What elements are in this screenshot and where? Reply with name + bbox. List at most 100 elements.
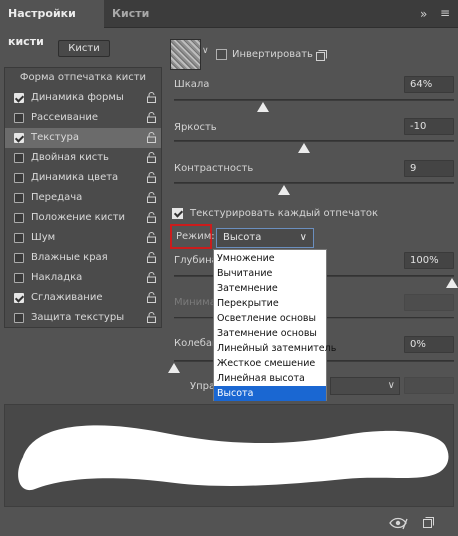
- brush-option-checkbox[interactable]: [14, 133, 24, 143]
- brush-option-label: Двойная кисть: [31, 152, 109, 163]
- mode-option[interactable]: Затемнение основы: [214, 326, 326, 341]
- brightness-slider-track[interactable]: [174, 140, 454, 142]
- lock-icon[interactable]: [147, 272, 156, 283]
- invert-checkbox[interactable]: [216, 49, 227, 60]
- brush-option-checkbox[interactable]: [14, 293, 24, 303]
- brush-option-item[interactable]: Двойная кисть: [5, 148, 161, 168]
- brush-option-checkbox[interactable]: [14, 93, 24, 103]
- brightness-slider-knob[interactable]: [298, 143, 310, 153]
- mode-option[interactable]: Линейный затемнитель: [214, 341, 336, 356]
- brush-option-checkbox[interactable]: [14, 193, 24, 203]
- toggle-live-tip-preview-icon[interactable]: [388, 516, 408, 530]
- chevron-down-icon: ∨: [299, 232, 307, 243]
- brush-tip-shape-item[interactable]: Форма отпечатка кисти: [5, 68, 161, 88]
- tab-brushes[interactable]: Кисти: [104, 0, 157, 28]
- mode-option[interactable]: Линейная высота: [214, 371, 326, 386]
- lock-icon[interactable]: [147, 132, 156, 143]
- scale-field[interactable]: 64%: [404, 76, 454, 93]
- brush-option-checkbox[interactable]: [14, 313, 24, 323]
- brush-option-checkbox[interactable]: [14, 113, 24, 123]
- new-preset-icon[interactable]: [315, 49, 327, 62]
- brush-option-label: Сглаживание: [31, 292, 103, 303]
- brush-option-checkbox[interactable]: [14, 273, 24, 283]
- contrast-label: Контрастность: [174, 163, 254, 174]
- mode-select-value: Высота: [223, 232, 262, 243]
- mode-option[interactable]: Высота: [214, 386, 326, 401]
- mode-option[interactable]: Умножение: [214, 251, 326, 266]
- lock-icon[interactable]: [147, 212, 156, 223]
- tab-brush-settings[interactable]: Настройки кисти: [0, 0, 104, 48]
- create-new-brush-icon[interactable]: [422, 516, 434, 529]
- brush-option-checkbox[interactable]: [14, 173, 24, 183]
- invert-label: Инвертировать: [232, 49, 313, 60]
- brush-option-checkbox[interactable]: [14, 213, 24, 223]
- lock-icon[interactable]: [147, 92, 156, 103]
- panel-tab-bar: Настройки кисти Кисти » ≡: [0, 0, 458, 48]
- texture-pattern-thumbnail[interactable]: [170, 39, 201, 70]
- brush-option-label: Передача: [31, 192, 83, 203]
- depth-field[interactable]: 100%: [404, 252, 454, 269]
- control-select[interactable]: ∨: [330, 377, 400, 395]
- contrast-field[interactable]: 9: [404, 160, 454, 177]
- brush-option-label: Рассеивание: [31, 112, 99, 123]
- depth-slider-knob[interactable]: [446, 278, 458, 288]
- texture-each-tip-checkbox[interactable]: [172, 208, 183, 219]
- contrast-slider-knob[interactable]: [278, 185, 290, 195]
- brush-option-item[interactable]: Защита текстуры: [5, 308, 161, 328]
- brush-option-item[interactable]: Шум: [5, 228, 161, 248]
- brush-stroke-preview: [4, 404, 454, 507]
- brush-option-label: Накладка: [31, 272, 83, 283]
- scale-label: Шкала: [174, 79, 210, 90]
- mode-select[interactable]: Высота ∨: [216, 228, 314, 248]
- brush-option-item[interactable]: Влажные края: [5, 248, 161, 268]
- brush-option-label: Динамика формы: [31, 92, 124, 103]
- control-field: [404, 377, 454, 394]
- scale-slider-knob[interactable]: [257, 102, 269, 112]
- brush-option-item[interactable]: Передача: [5, 188, 161, 208]
- depth-label: Глубина: [174, 255, 218, 266]
- brush-option-checkbox[interactable]: [14, 253, 24, 263]
- lock-icon[interactable]: [147, 252, 156, 263]
- brush-option-item[interactable]: Текстура: [5, 128, 161, 148]
- lock-icon[interactable]: [147, 172, 156, 183]
- brush-option-checkbox[interactable]: [14, 233, 24, 243]
- depth-jitter-slider-knob[interactable]: [168, 363, 180, 373]
- brush-option-item[interactable]: Накладка: [5, 268, 161, 288]
- collapse-panel-icon[interactable]: »: [420, 7, 427, 21]
- chevron-down-icon: ∨: [387, 380, 395, 391]
- brush-option-item[interactable]: Динамика формы: [5, 88, 161, 108]
- mode-dropdown-list: Умножение Вычитание Затемнение Перекрытие Ос…: [213, 249, 336, 401]
- lock-icon[interactable]: [147, 232, 156, 243]
- panel-menu-icon[interactable]: ≡: [440, 6, 450, 20]
- lock-icon[interactable]: [147, 292, 156, 303]
- brightness-label: Яркость: [174, 122, 217, 133]
- mode-label: Режим:: [176, 231, 215, 242]
- mode-option[interactable]: Осветление основы: [214, 311, 326, 326]
- minimum-depth-field: [404, 294, 454, 311]
- brightness-field[interactable]: -10: [404, 118, 454, 135]
- scale-slider-track[interactable]: [174, 99, 454, 101]
- brush-option-label: Защита текстуры: [31, 312, 125, 323]
- brush-option-label: Положение кисти: [31, 212, 126, 223]
- lock-icon[interactable]: [147, 192, 156, 203]
- mode-option[interactable]: Затемнение: [214, 281, 326, 296]
- brush-option-label: Динамика цвета: [31, 172, 119, 183]
- brush-option-label: Влажные края: [31, 252, 108, 263]
- brush-option-item[interactable]: Рассеивание: [5, 108, 161, 128]
- contrast-slider-track[interactable]: [174, 182, 454, 184]
- lock-icon[interactable]: [147, 112, 156, 123]
- lock-icon[interactable]: [147, 152, 156, 163]
- brush-option-item[interactable]: Положение кисти: [5, 208, 161, 228]
- brush-option-label: Шум: [31, 232, 56, 243]
- mode-option[interactable]: Жесткое смешение: [214, 356, 326, 371]
- mode-option[interactable]: Вычитание: [214, 266, 326, 281]
- brush-option-checkbox[interactable]: [14, 153, 24, 163]
- depth-jitter-field[interactable]: 0%: [404, 336, 454, 353]
- lock-icon[interactable]: [147, 312, 156, 323]
- chevron-down-icon[interactable]: ∨: [202, 46, 209, 56]
- brush-option-item[interactable]: Сглаживание: [5, 288, 161, 308]
- brush-option-item[interactable]: Динамика цвета: [5, 168, 161, 188]
- texture-each-tip-label: Текстурировать каждый отпечаток: [190, 208, 379, 219]
- mode-option[interactable]: Перекрытие: [214, 296, 326, 311]
- brushes-button[interactable]: Кисти: [58, 40, 110, 57]
